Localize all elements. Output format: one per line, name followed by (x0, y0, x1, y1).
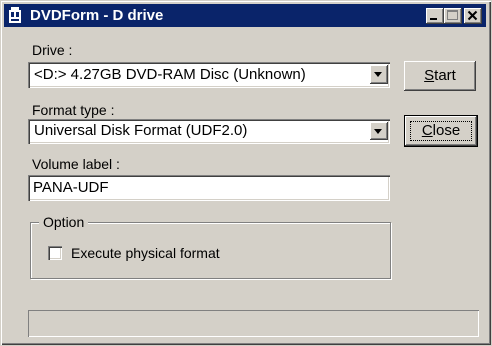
window-title: DVDForm - D drive (30, 7, 164, 24)
volume-label-label: Volume label : (32, 156, 120, 172)
close-window-button[interactable] (464, 8, 482, 24)
start-mnemonic: S (424, 67, 435, 84)
drive-select[interactable]: <D:> 4.27GB DVD-RAM Disc (Unknown) (28, 62, 390, 88)
maximize-button[interactable] (444, 8, 462, 24)
volume-label-value: PANA-UDF (33, 179, 109, 196)
close-icon (467, 10, 478, 21)
start-label-rest: tart (434, 67, 456, 84)
dvd-app-icon (9, 7, 21, 23)
status-bar (28, 310, 479, 337)
start-button[interactable]: Start (404, 61, 476, 91)
maximize-icon (447, 10, 458, 20)
option-group-title: Option (39, 214, 89, 230)
drive-select-value: <D:> 4.27GB DVD-RAM Disc (Unknown) (34, 66, 306, 83)
execute-physical-format-label[interactable]: Execute physical format (71, 245, 220, 261)
execute-physical-format-checkbox[interactable] (48, 246, 62, 260)
volume-label-input[interactable]: PANA-UDF (28, 175, 390, 201)
drive-dropdown-button[interactable] (370, 65, 388, 84)
drive-label: Drive : (32, 42, 73, 58)
format-type-select[interactable]: Universal Disk Format (UDF2.0) (28, 119, 390, 144)
minimize-icon (430, 18, 437, 20)
title-bar[interactable]: DVDForm - D drive (4, 4, 486, 27)
format-type-dropdown-button[interactable] (370, 122, 388, 140)
minimize-button[interactable] (426, 8, 444, 24)
close-button[interactable]: Close (404, 115, 478, 147)
chevron-down-icon (374, 129, 382, 134)
format-type-label: Format type : (32, 102, 115, 118)
dvdform-window: DVDForm - D drive Drive : <D:> 4.27GB DV… (0, 0, 492, 346)
chevron-down-icon (374, 72, 382, 77)
format-type-value: Universal Disk Format (UDF2.0) (34, 122, 248, 139)
